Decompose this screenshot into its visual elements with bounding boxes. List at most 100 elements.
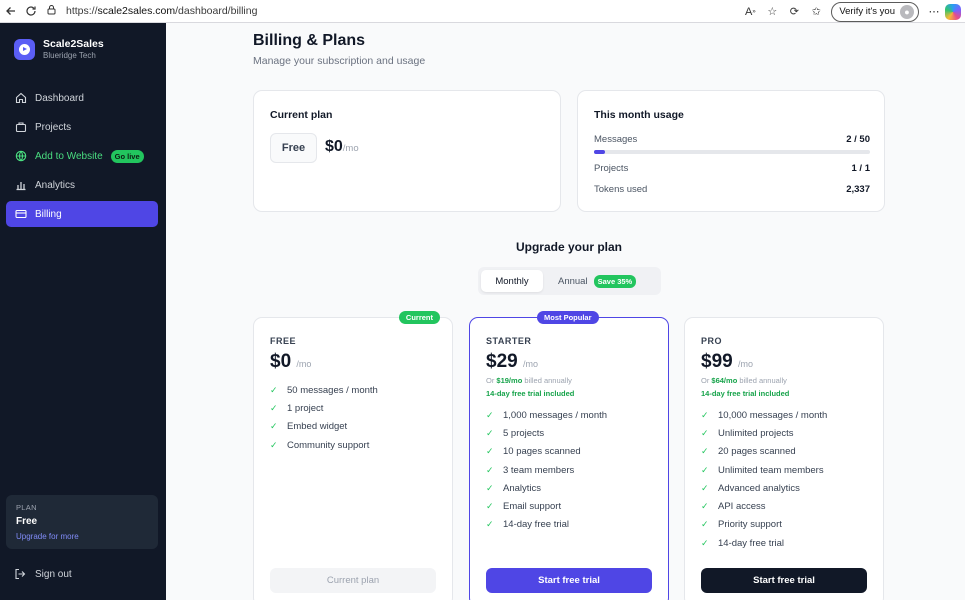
sidebar-item-add-to-website[interactable]: Add to Website Go live (6, 143, 158, 169)
check-icon: ✓ (270, 384, 278, 395)
check-icon: ✓ (701, 409, 709, 420)
plan-card-starter: Most Popular STARTER $29 /mo Or $19/mo b… (469, 311, 669, 600)
trial-note: 14-day free trial included (701, 389, 790, 398)
annual-option[interactable]: Annual Save 35% (558, 270, 637, 292)
avatar-icon: ● (900, 4, 914, 19)
messages-progress-bar (594, 150, 870, 154)
sidebar-item-dashboard[interactable]: Dashboard (6, 85, 158, 111)
check-icon: ✓ (701, 519, 709, 530)
main-content: Billing & Plans Manage your subscription… (166, 23, 965, 600)
trial-note: 14-day free trial included (486, 389, 575, 398)
credit-card-icon (14, 207, 28, 221)
check-icon: ✓ (486, 464, 494, 475)
start-trial-button-pro[interactable]: Start free trial (701, 568, 867, 593)
sidebar-item-projects[interactable]: Projects (6, 114, 158, 140)
address-bar[interactable]: https://scale2sales.com/dashboard/billin… (44, 1, 784, 21)
reload-icon[interactable] (21, 1, 41, 21)
check-icon: ✓ (270, 421, 278, 432)
save-badge: Save 35% (593, 274, 637, 288)
favorites-icon[interactable]: ✩ (805, 2, 827, 22)
upgrade-heading: Upgrade your plan (515, 240, 622, 254)
plan-value: Free (16, 516, 38, 527)
upgrade-link[interactable]: Upgrade for more (16, 532, 148, 541)
usage-heading: This month usage (594, 109, 684, 121)
feature-item: ✓ Email support (486, 501, 562, 513)
sidebar-nav: Dashboard Projects Add to Website Go liv… (6, 85, 158, 230)
feature-item: ✓ 14-day free trial (486, 519, 570, 531)
browser-toolbar: https://scale2sales.com/dashboard/billin… (0, 0, 965, 23)
feature-item: ✓ Priority support (701, 519, 782, 531)
most-popular-tag: Most Popular (537, 311, 599, 324)
favorite-star-icon[interactable]: ☆ (761, 2, 783, 22)
check-icon: ✓ (701, 464, 709, 475)
home-icon (14, 91, 28, 105)
plan-name: STARTER (486, 336, 532, 346)
feature-item: ✓ Unlimited projects (701, 427, 794, 439)
billing-period-toggle: Monthly Annual Save 35% (478, 267, 661, 295)
start-trial-button-starter[interactable]: Start free trial (486, 568, 652, 593)
feature-item: ✓ 1,000 messages / month (486, 409, 608, 421)
sign-out-button[interactable]: Sign out (14, 568, 72, 580)
copilot-icon[interactable] (945, 3, 961, 20)
brand-name: Scale2Sales (43, 38, 104, 50)
current-tag: Current (398, 311, 440, 324)
current-plan-card: Current plan Free $0/mo (253, 90, 561, 212)
profile-button[interactable]: Verify it's you ● (831, 1, 919, 22)
check-icon: ✓ (486, 409, 494, 420)
usage-tokens-row: Tokens used 2,337 (594, 184, 870, 195)
feature-item: ✓ 1 project (270, 402, 324, 414)
monthly-option[interactable]: Monthly (481, 270, 543, 292)
check-icon: ✓ (486, 482, 494, 493)
plan-price: $0 /mo (270, 351, 312, 372)
feature-item: ✓ 50 messages / month (270, 384, 378, 396)
plan-price: $29 /mo (486, 351, 538, 372)
feature-list: ✓ 1,000 messages / month ✓ 5 projects ✓ 10 pa… (486, 406, 607, 534)
feature-item: ✓ Community support (270, 439, 370, 451)
messages-progress-fill (594, 150, 606, 154)
feature-item: ✓ Unlimited team members (701, 464, 824, 476)
check-icon: ✓ (270, 439, 278, 450)
plan-card-free: Current FREE $0 /mo ✓ 50 messages / month… (253, 311, 453, 600)
lock-icon (46, 4, 62, 18)
check-icon: ✓ (701, 482, 709, 493)
usage-messages-row: Messages 2 / 50 (594, 134, 870, 145)
sign-out-icon (14, 568, 28, 580)
read-aloud-icon[interactable]: A» (739, 2, 761, 22)
check-icon: ✓ (486, 427, 494, 438)
back-arrow-icon[interactable] (1, 1, 21, 21)
check-icon: ✓ (701, 501, 709, 512)
feature-item: ✓ API access (701, 501, 766, 513)
annual-price-note: Or $64/mo billed annually (701, 376, 787, 385)
check-icon: ✓ (270, 402, 278, 413)
brand[interactable]: Scale2Sales Blueridge Tech (14, 38, 104, 60)
feature-item: ✓ 3 team members (486, 464, 575, 476)
feature-item: ✓ 14-day free trial (701, 537, 785, 549)
usage-projects-row: Projects 1 / 1 (594, 163, 870, 174)
current-plan-button[interactable]: Current plan (270, 568, 436, 593)
feature-item: ✓ 20 pages scanned (701, 446, 796, 458)
more-menu-icon[interactable]: ⋯ (923, 2, 945, 22)
play-logo-icon (14, 38, 35, 60)
feature-list: ✓ 10,000 messages / month ✓ Unlimited proje… (701, 406, 827, 552)
current-plan-heading: Current plan (270, 109, 333, 121)
sidebar-item-billing[interactable]: Billing (6, 201, 158, 227)
annual-price-note: Or $19/mo billed annually (486, 376, 572, 385)
go-live-badge: Go live (110, 149, 144, 163)
check-icon: ✓ (701, 446, 709, 457)
brand-org: Blueridge Tech (43, 51, 96, 60)
feature-list: ✓ 50 messages / month ✓ 1 project ✓ Embed wid… (270, 381, 378, 454)
plan-card-pro: PRO $99 /mo Or $64/mo billed annually 14… (684, 317, 884, 600)
page-title: Billing & Plans (253, 32, 366, 49)
feature-item: ✓ 10,000 messages / month (701, 409, 828, 421)
check-icon: ✓ (486, 519, 494, 530)
check-icon: ✓ (701, 427, 709, 438)
sidebar-item-analytics[interactable]: Analytics (6, 172, 158, 198)
feature-item: ✓ Analytics (486, 482, 542, 494)
current-plan-price: $0/mo (325, 138, 359, 155)
current-plan-name: Free (270, 133, 317, 163)
extensions-icon[interactable]: ⟳ (783, 2, 805, 22)
feature-item: ✓ 10 pages scanned (486, 446, 581, 458)
plan-summary: PLAN Free Upgrade for more (6, 495, 158, 549)
plan-name: FREE (270, 336, 297, 346)
page-subtitle: Manage your subscription and usage (253, 55, 426, 67)
